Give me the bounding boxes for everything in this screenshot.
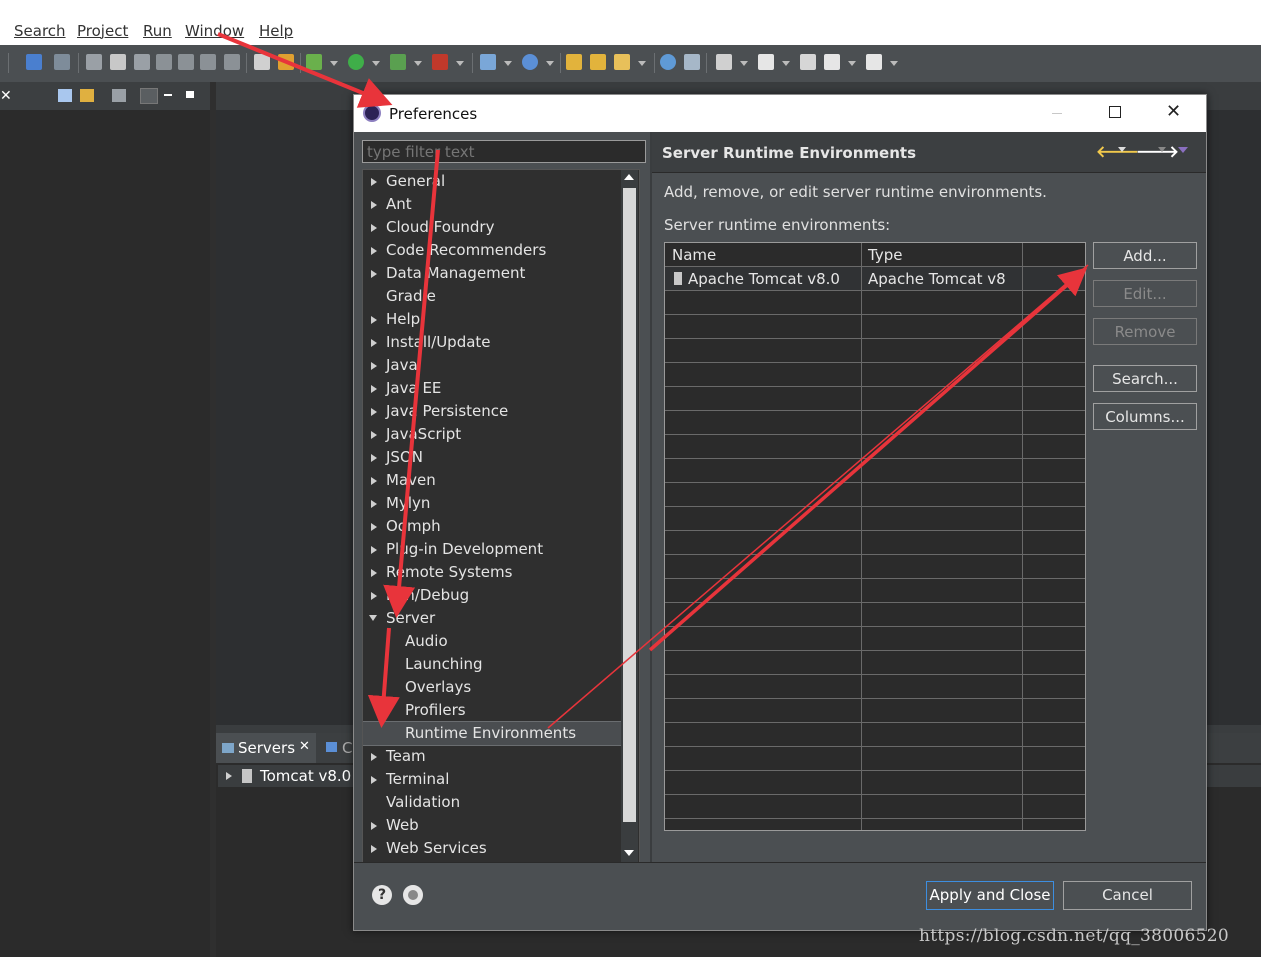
watermark: https://blog.csdn.net/qq_38006520 — [919, 926, 1229, 946]
annotation-arrows — [217, 32, 1089, 729]
arrow-to-runtime-environments — [367, 627, 400, 728]
arrow-thin-to-add — [547, 264, 1089, 729]
arrow-window-to-dialog — [217, 32, 393, 108]
arrow-to-server-node — [383, 149, 440, 618]
arrow-to-add-button — [648, 267, 1088, 652]
